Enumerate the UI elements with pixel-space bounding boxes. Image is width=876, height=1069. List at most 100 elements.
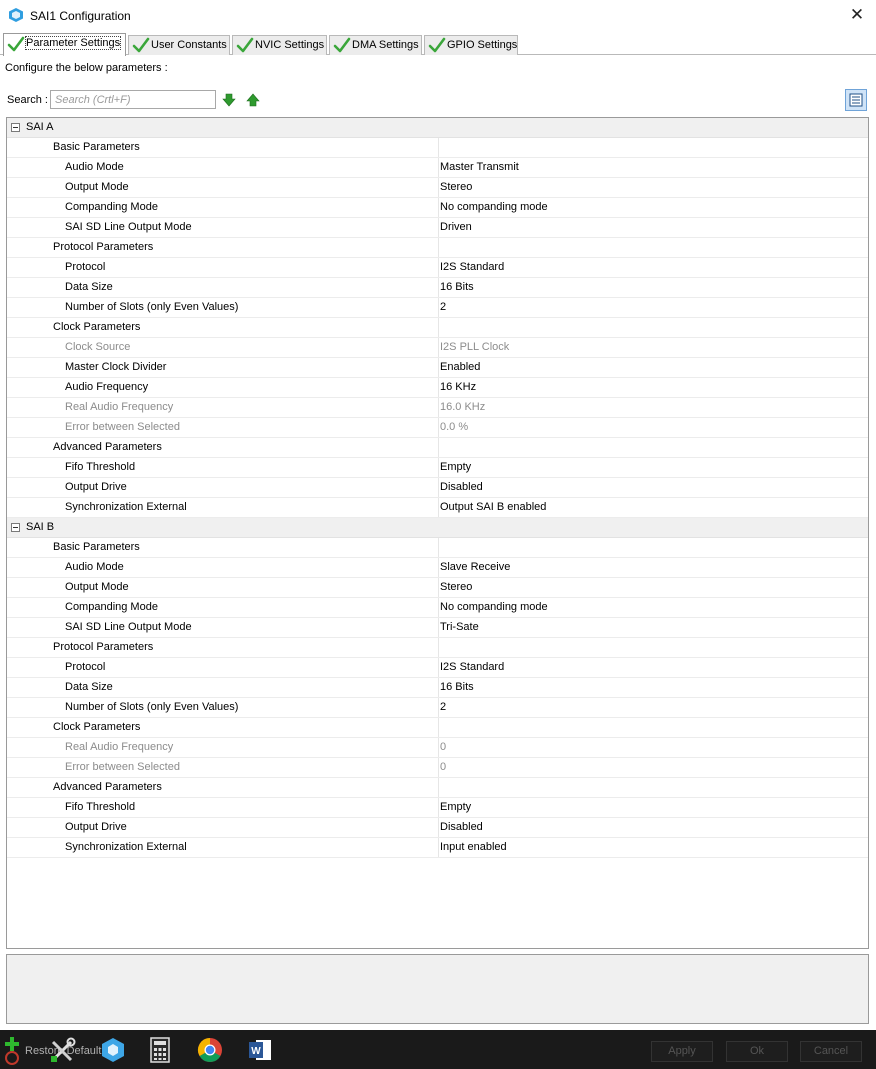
parameter-name: SAI SD Line Output Mode xyxy=(65,621,192,633)
parameter-group-row: Protocol Parameters xyxy=(7,238,868,258)
parameter-value: I2S PLL Clock xyxy=(438,338,868,357)
parameter-row[interactable]: Error between Selected 0.0 % xyxy=(7,418,868,438)
parameter-row[interactable]: Protocol I2S Standard xyxy=(7,658,868,678)
parameter-value[interactable]: 2 xyxy=(438,298,868,317)
section-header[interactable]: SAI A xyxy=(7,118,868,138)
parameter-value[interactable]: Master Transmit xyxy=(438,158,868,177)
search-input[interactable] xyxy=(50,90,216,109)
tab-bar: Parameter Settings User Constants NVIC S… xyxy=(0,33,876,56)
restore-arrow-icon xyxy=(5,1051,19,1065)
parameter-row[interactable]: Number of Slots (only Even Values) 2 xyxy=(7,298,868,318)
tab-user-constants[interactable]: User Constants xyxy=(128,35,230,55)
parameter-row[interactable]: Fifo Threshold Empty xyxy=(7,798,868,818)
chrome-icon[interactable] xyxy=(196,1036,224,1064)
parameter-row[interactable]: Audio Mode Master Transmit xyxy=(7,158,868,178)
parameter-row[interactable]: Synchronization External Output SAI B ena… xyxy=(7,498,868,518)
parameter-name: SAI SD Line Output Mode xyxy=(65,221,192,233)
parameter-group-value xyxy=(438,638,868,657)
parameter-value[interactable]: Disabled xyxy=(438,818,868,837)
parameter-value[interactable]: Driven xyxy=(438,218,868,237)
check-icon xyxy=(333,37,351,53)
parameter-value[interactable]: 16 KHz xyxy=(438,378,868,397)
parameter-group-row: Clock Parameters xyxy=(7,318,868,338)
parameter-value[interactable]: Stereo xyxy=(438,578,868,597)
parameter-row[interactable]: Real Audio Frequency 16.0 KHz xyxy=(7,398,868,418)
arrow-down-icon[interactable] xyxy=(222,93,236,107)
tab-dma-settings[interactable]: DMA Settings xyxy=(329,35,422,55)
parameter-value[interactable]: Output SAI B enabled xyxy=(438,498,868,517)
parameter-group-label: Advanced Parameters xyxy=(53,441,162,453)
parameter-value[interactable]: Tri-Sate xyxy=(438,618,868,637)
tools-icon[interactable] xyxy=(49,1036,77,1064)
parameter-row[interactable]: Audio Mode Slave Receive xyxy=(7,558,868,578)
parameter-name: Fifo Threshold xyxy=(65,801,136,813)
parameter-row[interactable]: Fifo Threshold Empty xyxy=(7,458,868,478)
parameter-row[interactable]: Master Clock Divider Enabled xyxy=(7,358,868,378)
parameter-value[interactable]: I2S Standard xyxy=(438,258,868,277)
tab-gpio-settings[interactable]: GPIO Settings xyxy=(424,35,518,55)
ok-button[interactable]: Ok xyxy=(726,1041,788,1062)
tab-nvic-settings[interactable]: NVIC Settings xyxy=(232,35,327,55)
parameter-name: Master Clock Divider xyxy=(65,361,167,373)
parameter-value[interactable]: Empty xyxy=(438,798,868,817)
parameter-value[interactable]: No companding mode xyxy=(438,198,868,217)
parameter-value[interactable]: Input enabled xyxy=(438,838,868,857)
parameter-row[interactable]: Output Drive Disabled xyxy=(7,818,868,838)
parameter-row[interactable]: Data Size 16 Bits xyxy=(7,278,868,298)
list-view-button[interactable] xyxy=(845,89,867,111)
parameter-row[interactable]: Number of Slots (only Even Values) 2 xyxy=(7,698,868,718)
section-title: SAI B xyxy=(26,521,55,533)
parameter-row[interactable]: Clock Source I2S PLL Clock xyxy=(7,338,868,358)
parameter-group-value xyxy=(438,318,868,337)
parameter-row[interactable]: Output Mode Stereo xyxy=(7,578,868,598)
title-bar: SAI1 Configuration ✕ xyxy=(0,0,876,31)
collapse-icon[interactable] xyxy=(11,523,20,532)
parameter-name: Protocol xyxy=(65,661,106,673)
word-icon[interactable]: W xyxy=(246,1036,274,1064)
parameter-value[interactable]: No companding mode xyxy=(438,598,868,617)
parameter-row[interactable]: Audio Frequency 16 KHz xyxy=(7,378,868,398)
parameter-group-row: Basic Parameters xyxy=(7,538,868,558)
parameter-value[interactable]: 2 xyxy=(438,698,868,717)
parameter-row[interactable]: Data Size 16 Bits xyxy=(7,678,868,698)
cancel-button[interactable]: Cancel xyxy=(800,1041,862,1062)
parameter-value: 0 xyxy=(438,738,868,757)
parameter-value[interactable]: Stereo xyxy=(438,178,868,197)
parameter-row[interactable]: Companding Mode No companding mode xyxy=(7,598,868,618)
parameter-row[interactable]: SAI SD Line Output Mode Tri-Sate xyxy=(7,618,868,638)
parameter-name: Audio Frequency xyxy=(65,381,149,393)
parameter-group-value xyxy=(438,718,868,737)
description-panel xyxy=(6,954,869,1024)
parameter-value[interactable]: 16 Bits xyxy=(438,678,868,697)
parameter-value[interactable]: 16 Bits xyxy=(438,278,868,297)
parameter-value[interactable]: Empty xyxy=(438,458,868,477)
parameter-row[interactable]: SAI SD Line Output Mode Driven xyxy=(7,218,868,238)
arrow-up-icon[interactable] xyxy=(246,93,260,107)
close-icon[interactable]: ✕ xyxy=(846,4,868,26)
parameter-row[interactable]: Output Mode Stereo xyxy=(7,178,868,198)
parameter-name: Clock Source xyxy=(65,341,131,353)
section-header[interactable]: SAI B xyxy=(7,518,868,538)
parameter-group-label: Basic Parameters xyxy=(53,541,140,553)
calculator-icon[interactable] xyxy=(146,1036,174,1064)
tab-label: GPIO Settings xyxy=(447,39,518,51)
parameter-name: Output Drive xyxy=(65,821,127,833)
collapse-icon[interactable] xyxy=(11,123,20,132)
parameter-name: Audio Mode xyxy=(65,161,124,173)
check-icon xyxy=(236,37,254,53)
parameter-row[interactable]: Error between Selected 0 xyxy=(7,758,868,778)
parameter-row[interactable]: Output Drive Disabled xyxy=(7,478,868,498)
parameter-value[interactable]: Slave Receive xyxy=(438,558,868,577)
apply-button[interactable]: Apply xyxy=(651,1041,713,1062)
parameter-row[interactable]: Protocol I2S Standard xyxy=(7,258,868,278)
parameter-name: Synchronization External xyxy=(65,841,187,853)
parameter-row[interactable]: Synchronization External Input enabled xyxy=(7,838,868,858)
parameter-row[interactable]: Companding Mode No companding mode xyxy=(7,198,868,218)
parameter-value[interactable]: Enabled xyxy=(438,358,868,377)
tab-parameter-settings[interactable]: Parameter Settings xyxy=(3,33,126,56)
cube-app-icon[interactable] xyxy=(99,1036,127,1064)
parameter-group-row: Protocol Parameters xyxy=(7,638,868,658)
parameter-value[interactable]: I2S Standard xyxy=(438,658,868,677)
parameter-value[interactable]: Disabled xyxy=(438,478,868,497)
parameter-row[interactable]: Real Audio Frequency 0 xyxy=(7,738,868,758)
